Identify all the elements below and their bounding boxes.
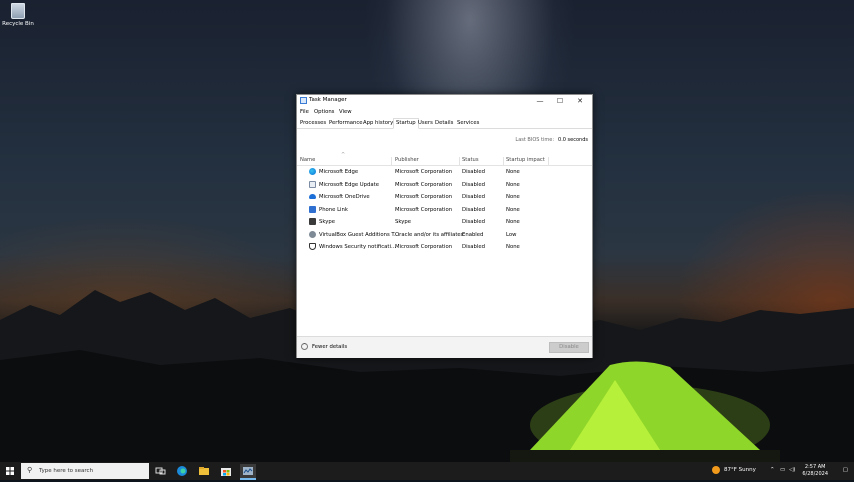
- bios-value: 0.0 seconds: [558, 137, 588, 143]
- table-row[interactable]: Windows Security notificati... Microsoft…: [297, 241, 592, 253]
- task-manager-icon: [300, 97, 307, 104]
- row-name: Microsoft Edge Update: [319, 181, 379, 188]
- row-status: Disabled: [462, 181, 486, 188]
- search-placeholder: Type here to search: [39, 468, 94, 474]
- tab-details[interactable]: Details: [433, 119, 455, 128]
- row-status: Disabled: [462, 206, 486, 213]
- tab-performance[interactable]: Performance: [327, 119, 365, 128]
- footer-bar: ^ Fewer details Disable: [297, 336, 592, 358]
- notification-icon[interactable]: ▢: [843, 467, 848, 473]
- menu-view[interactable]: View: [339, 109, 352, 115]
- row-impact: None: [506, 244, 520, 250]
- volume-icon[interactable]: ◁): [789, 467, 795, 473]
- tab-app-history[interactable]: App history: [361, 119, 395, 128]
- row-status: Disabled: [462, 219, 486, 225]
- clock-time: 2:57 AM: [804, 464, 826, 470]
- menu-bar: File Options View: [297, 108, 592, 117]
- row-impact: None: [506, 194, 520, 200]
- row-publisher: Microsoft Corporation: [395, 181, 453, 188]
- row-status: Disabled: [462, 244, 486, 250]
- row-publisher: Oracle and/or its affiliates: [395, 231, 464, 238]
- row-name: Microsoft Edge: [319, 169, 359, 175]
- table-row[interactable]: Phone Link Microsoft Corporation Disable…: [297, 204, 592, 216]
- last-bios-time: Last BIOS time: 0.0 seconds: [515, 137, 588, 143]
- taskbar-search-box[interactable]: ⚲ Type here to search: [21, 463, 149, 479]
- row-impact: None: [506, 219, 520, 225]
- table-row[interactable]: Microsoft OneDrive Microsoft Corporation…: [297, 191, 592, 203]
- shield-icon: [309, 243, 316, 250]
- row-name: Windows Security notificati...: [319, 244, 397, 250]
- row-impact: None: [506, 206, 520, 213]
- chevron-up-icon[interactable]: ^: [301, 343, 308, 350]
- weather-icon[interactable]: [712, 466, 720, 474]
- row-name: VirtualBox Guest Additions T...: [319, 231, 400, 238]
- table-row[interactable]: Microsoft Edge Microsoft Corporation Dis…: [297, 166, 592, 178]
- clock[interactable]: 2:57 AM 6/28/2024: [802, 464, 828, 478]
- row-publisher: Microsoft Corporation: [395, 169, 453, 175]
- edge-update-icon: [309, 180, 316, 188]
- glowing-tent: [510, 361, 780, 462]
- row-publisher: Microsoft Corporation: [395, 244, 453, 250]
- edge-taskbar-icon[interactable]: [174, 464, 190, 478]
- row-name: Phone Link: [319, 206, 348, 213]
- network-icon[interactable]: ▭: [780, 467, 785, 473]
- window-title: Task Manager: [309, 97, 347, 103]
- start-button[interactable]: [0, 462, 20, 480]
- menu-file[interactable]: File: [300, 109, 309, 115]
- row-status: Disabled: [462, 194, 486, 200]
- windows-logo-icon: [6, 467, 14, 475]
- row-status: Disabled: [462, 169, 486, 175]
- disable-button[interactable]: Disable: [549, 342, 589, 353]
- weather-text[interactable]: 87°F Sunny: [724, 467, 756, 473]
- menu-options[interactable]: Options: [314, 109, 334, 115]
- row-impact: Low: [506, 231, 517, 238]
- chevron-up-tray-icon[interactable]: ⌃: [770, 467, 775, 473]
- recycle-bin-label: Recycle Bin: [2, 21, 34, 27]
- onedrive-icon: [309, 194, 316, 199]
- close-button[interactable]: ✕: [570, 95, 590, 107]
- table-row[interactable]: VirtualBox Guest Additions T... Oracle a…: [297, 229, 592, 241]
- fewer-details-link[interactable]: Fewer details: [312, 344, 347, 350]
- row-name: Skype: [319, 219, 335, 225]
- task-manager-taskbar-icon[interactable]: [240, 464, 256, 480]
- table-row[interactable]: Microsoft Edge Update Microsoft Corporat…: [297, 179, 592, 191]
- tab-startup[interactable]: Startup: [393, 118, 419, 129]
- recycle-bin-shortcut[interactable]: Recycle Bin: [2, 3, 34, 27]
- row-publisher: Skype: [395, 219, 411, 225]
- search-icon: ⚲: [27, 466, 33, 474]
- taskbar: ⚲ Type here to search 87°F Sunny ⌃ ▭ ◁) …: [0, 462, 854, 480]
- store-icon[interactable]: [218, 464, 234, 478]
- minimize-button[interactable]: —: [530, 95, 550, 107]
- tab-bar: Processes Performance App history Startu…: [297, 118, 592, 129]
- row-name: Microsoft OneDrive: [319, 194, 370, 200]
- tab-processes[interactable]: Processes: [298, 119, 328, 128]
- row-status: Enabled: [462, 231, 484, 238]
- row-publisher: Microsoft Corporation: [395, 194, 453, 200]
- task-manager-window: Task Manager — ☐ ✕ File Options View Pro…: [296, 94, 593, 358]
- bios-label: Last BIOS time:: [515, 137, 555, 143]
- virtualbox-icon: [309, 230, 316, 238]
- row-impact: None: [506, 169, 520, 175]
- table-row[interactable]: Skype Skype Disabled None: [297, 216, 592, 228]
- file-explorer-icon[interactable]: [196, 464, 212, 478]
- row-impact: None: [506, 181, 520, 188]
- skype-icon: [309, 218, 316, 225]
- phone-link-icon: [309, 205, 316, 213]
- tab-services[interactable]: Services: [455, 119, 481, 128]
- system-tray: 87°F Sunny ⌃ ▭ ◁) 2:57 AM 6/28/2024 ▢: [694, 462, 854, 480]
- task-view-icon[interactable]: [152, 464, 168, 478]
- recycle-bin-icon: [11, 3, 25, 19]
- clock-date: 6/28/2024: [802, 471, 828, 477]
- title-bar[interactable]: Task Manager — ☐ ✕: [297, 95, 592, 107]
- row-publisher: Microsoft Corporation: [395, 206, 453, 213]
- edge-icon: [309, 168, 316, 175]
- maximize-button[interactable]: ☐: [550, 95, 570, 107]
